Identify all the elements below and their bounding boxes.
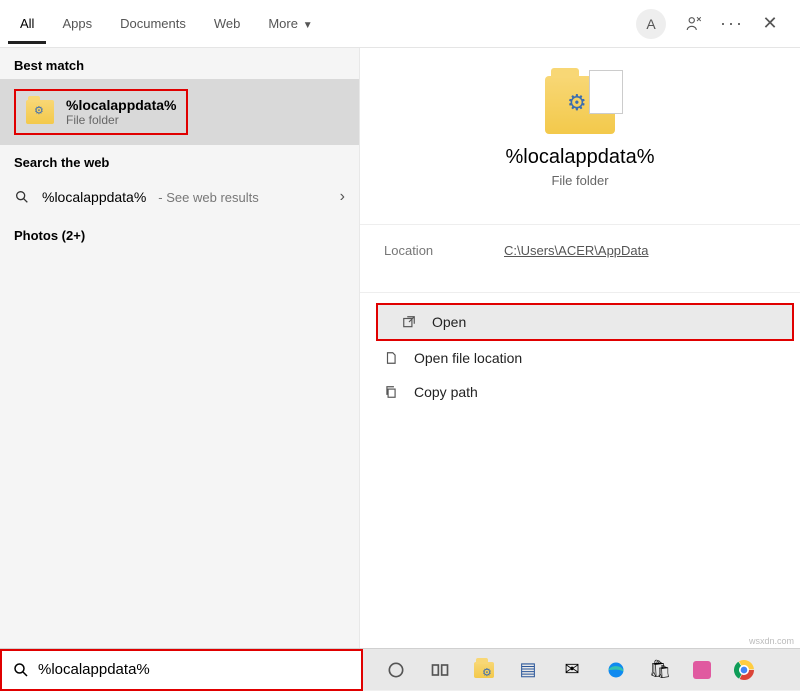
web-result[interactable]: %localappdata% - See web results › [0,176,359,218]
taskbar: ▤ ✉ 🛍 wsxdn.com [0,648,800,690]
top-bar: All Apps Documents Web More ▼ A ✕ [0,0,800,48]
preview-subtitle: File folder [384,173,776,188]
app-pink-icon[interactable] [693,661,711,679]
open-file-location-action[interactable]: Open file location [360,341,800,375]
actions-list: Open Open file location Copy path [360,293,800,409]
search-icon [12,661,30,679]
best-match-result[interactable]: %localappdata% File folder [0,79,359,145]
location-label: Location [384,243,504,258]
photos-label[interactable]: Photos (2+) [0,218,359,249]
open-icon [402,315,418,329]
open-file-location-label: Open file location [414,350,522,366]
tab-more[interactable]: More ▼ [256,4,324,44]
store-icon[interactable]: 🛍 [649,659,671,681]
tab-apps[interactable]: Apps [50,4,104,44]
task-view-icon[interactable] [429,659,451,681]
taskbar-search[interactable] [0,649,363,691]
search-icon [14,189,30,205]
tabs: All Apps Documents Web More ▼ [8,4,325,44]
chevron-right-icon: › [340,188,345,206]
taskbar-icons: ▤ ✉ 🛍 [363,659,755,681]
main-area: Best match %localappdata% File folder Se… [0,48,800,648]
folder-large-icon [545,76,615,134]
location-value[interactable]: C:\Users\ACER\AppData [504,243,649,258]
edge-icon[interactable] [605,659,627,681]
top-right-controls: A ✕ [636,9,792,39]
user-avatar[interactable]: A [636,9,666,39]
preview-title: %localappdata% [384,146,776,169]
right-pane: %localappdata% File folder Location C:\U… [360,48,800,648]
mail-icon[interactable]: ✉ [561,659,583,681]
location-row: Location C:\Users\ACER\AppData [360,225,800,276]
file-location-icon [384,351,400,365]
left-pane: Best match %localappdata% File folder Se… [0,48,360,648]
tab-all[interactable]: All [8,4,46,44]
copy-icon [384,385,400,399]
close-icon[interactable]: ✕ [760,14,780,34]
copy-path-label: Copy path [414,384,478,400]
cortana-icon[interactable] [385,659,407,681]
open-label: Open [432,314,466,330]
best-match-subtitle: File folder [66,113,176,127]
tab-web[interactable]: Web [202,4,253,44]
chevron-down-icon: ▼ [300,20,313,31]
folder-icon [26,100,54,124]
feedback-icon[interactable] [684,14,704,34]
file-explorer-icon[interactable] [473,659,495,681]
copy-path-action[interactable]: Copy path [360,375,800,409]
watermark: wsxdn.com [749,636,794,646]
more-options-icon[interactable] [722,14,742,34]
preview-block: %localappdata% File folder [360,48,800,208]
open-action[interactable]: Open [376,303,794,341]
best-match-label: Best match [0,48,359,79]
search-web-label: Search the web [0,145,359,176]
best-match-title: %localappdata% [66,97,176,113]
word-icon[interactable]: ▤ [517,659,539,681]
taskbar-search-input[interactable] [38,661,351,678]
chrome-icon[interactable] [733,659,755,681]
tab-documents[interactable]: Documents [108,4,198,44]
web-result-hint: - See web results [158,190,258,205]
web-result-query: %localappdata% [42,189,146,205]
